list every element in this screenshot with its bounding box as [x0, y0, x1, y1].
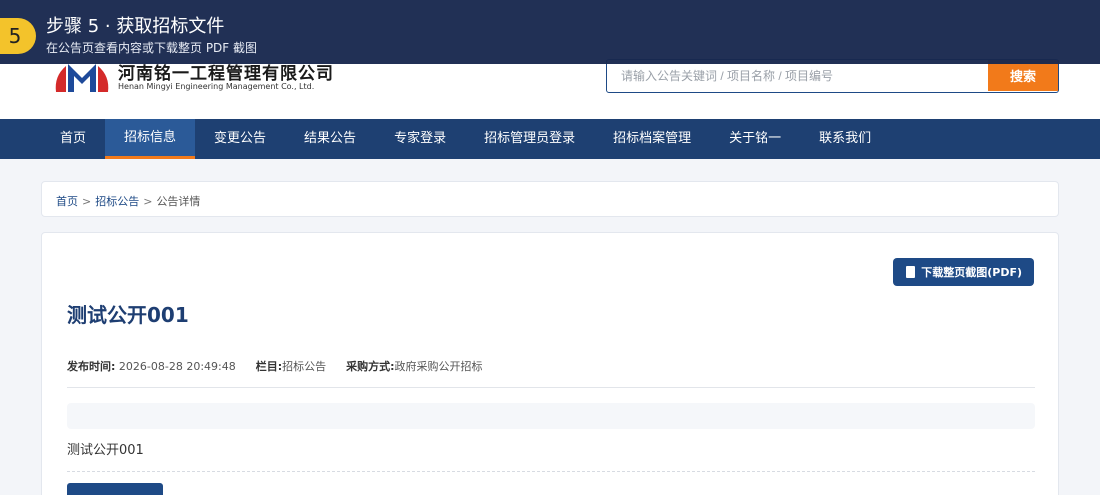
- step-overlay-banner: 5 步骤 5 · 获取招标文件 在公告页查看内容或下载整页 PDF 截图: [0, 0, 1100, 64]
- dashed-divider: [67, 471, 1035, 472]
- notice-meta: 发布时间: 2026-08-28 20:49:48 栏目:招标公告 采购方式:政…: [67, 358, 483, 374]
- nav-item-tender-info[interactable]: 招标信息: [105, 119, 196, 159]
- search-box: 搜索: [606, 59, 1059, 93]
- nav-item-expert-login[interactable]: 专家登录: [375, 119, 465, 159]
- nav-item-admin-login[interactable]: 招标管理员登录: [465, 119, 594, 159]
- step-number-badge: 5: [0, 18, 36, 54]
- nav-item-result-notice[interactable]: 结果公告: [285, 119, 375, 159]
- bottom-hint-text: [175, 489, 475, 495]
- search-input[interactable]: [607, 60, 990, 91]
- search-button[interactable]: 搜索: [988, 60, 1058, 91]
- breadcrumb-home-link[interactable]: 首页: [56, 195, 78, 208]
- meta-column-label: 栏目:: [255, 360, 283, 373]
- notice-detail-card: 下载整页截图(PDF) 测试公开001 发布时间: 2026-08-28 20:…: [41, 232, 1059, 495]
- download-pdf-label: 下载整页截图(PDF): [921, 266, 1022, 279]
- notice-body: 测试公开001: [67, 443, 144, 458]
- breadcrumb-separator: >: [82, 195, 92, 208]
- breadcrumb-separator: >: [143, 195, 153, 208]
- document-icon: [906, 266, 916, 278]
- breadcrumb-section-link[interactable]: 招标公告: [95, 195, 139, 208]
- attachment-placeholder-bar: [67, 403, 1035, 429]
- meta-method-value: 政府采购公开招标: [394, 360, 483, 373]
- step-subtitle: 在公告页查看内容或下载整页 PDF 截图: [46, 41, 258, 55]
- meta-published-value: 2026-08-28 20:49:48: [118, 360, 236, 373]
- breadcrumb: 首页 > 招标公告 > 公告详情: [41, 181, 1059, 217]
- nav-item-archive[interactable]: 招标档案管理: [594, 119, 710, 159]
- bottom-action-button[interactable]: [67, 483, 163, 495]
- nav-item-change-notice[interactable]: 变更公告: [195, 119, 285, 159]
- breadcrumb-current: 公告详情: [156, 195, 201, 208]
- notice-title: 测试公开001: [67, 303, 189, 327]
- download-pdf-button[interactable]: 下载整页截图(PDF): [893, 258, 1034, 286]
- nav-item-home[interactable]: 首页: [41, 119, 105, 159]
- nav-item-contact[interactable]: 联系我们: [800, 119, 890, 159]
- nav-item-about[interactable]: 关于铭一: [710, 119, 800, 159]
- meta-column: 栏目:招标公告: [256, 358, 326, 374]
- meta-method: 采购方式:政府采购公开招标: [346, 358, 482, 374]
- company-name-en: Henan Mingyi Engineering Management Co.,…: [118, 82, 315, 91]
- meta-published: 发布时间: 2026-08-28 20:49:48: [67, 358, 236, 374]
- meta-column-value: 招标公告: [282, 360, 327, 373]
- meta-published-label: 发布时间:: [67, 360, 116, 373]
- step-title: 步骤 5 · 获取招标文件: [46, 16, 225, 37]
- main-nav: 首页 招标信息 变更公告 结果公告 专家登录 招标管理员登录 招标档案管理 关于…: [0, 119, 1100, 159]
- meta-method-label: 采购方式:: [346, 360, 395, 373]
- divider: [67, 387, 1035, 388]
